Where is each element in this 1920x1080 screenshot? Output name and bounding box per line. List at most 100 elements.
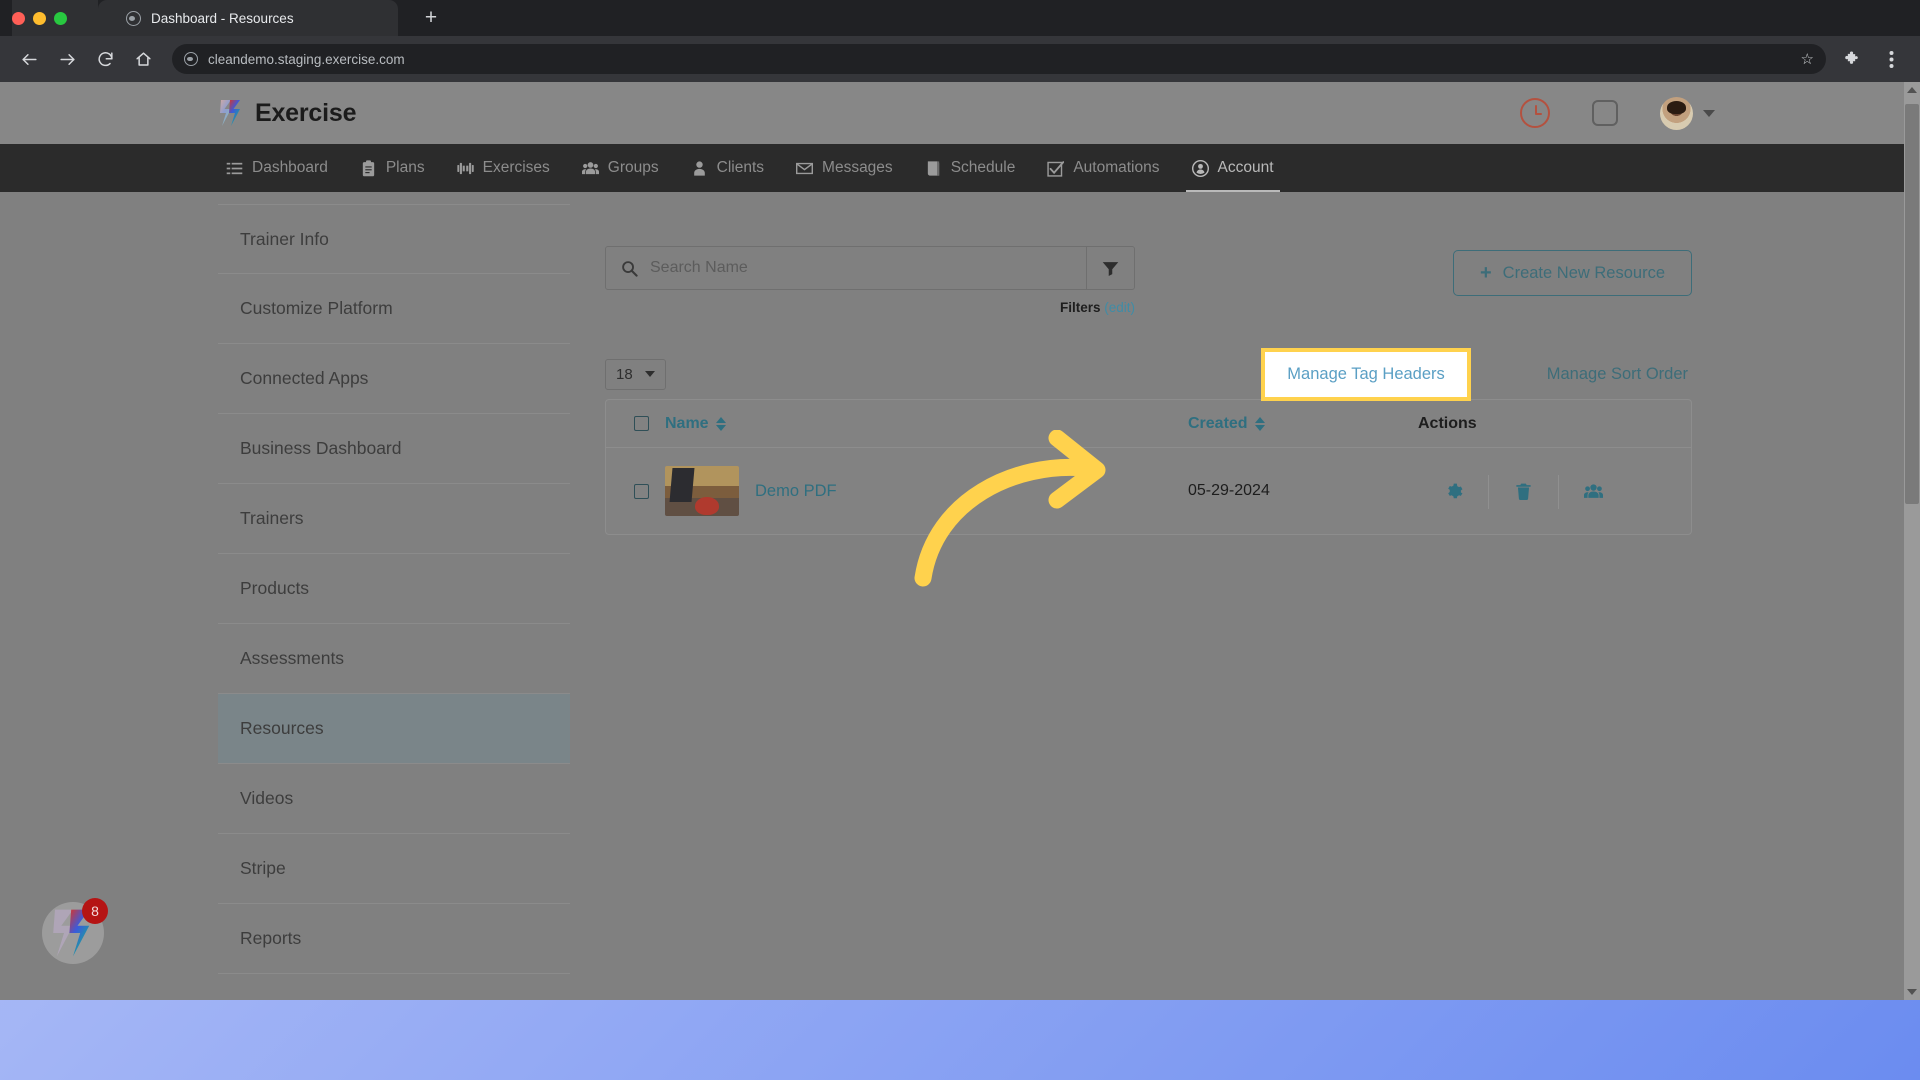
people-icon	[581, 161, 599, 174]
nav-item-account[interactable]: Account	[1176, 144, 1290, 192]
chevron-down-icon	[1703, 109, 1715, 117]
clock-icon[interactable]	[1520, 98, 1550, 128]
browser-tab[interactable]: Dashboard - Resources	[98, 0, 398, 36]
reload-icon[interactable]	[88, 42, 122, 76]
page-scrollbar[interactable]	[1904, 82, 1920, 1000]
sidebar-item-products[interactable]: Products	[218, 554, 570, 624]
book-icon	[927, 160, 939, 176]
action-delete-button[interactable]	[1488, 474, 1558, 509]
sort-by-name[interactable]: Name	[665, 415, 726, 433]
sidebar-item-videos[interactable]: Videos	[218, 764, 570, 834]
page-size-value: 18	[616, 365, 633, 383]
sidebar-item-assessments[interactable]: Assessments	[218, 624, 570, 694]
browser-window: Dashboard - Resources + cleandemo.stagin…	[0, 0, 1920, 1000]
nav-label: Clients	[716, 159, 765, 176]
sidebar-item-business-dashboard[interactable]: Business Dashboard	[218, 414, 570, 484]
search-placeholder: Search Name	[650, 259, 748, 276]
action-share-button[interactable]	[1558, 474, 1628, 509]
nav-item-plans[interactable]: Plans	[344, 144, 441, 192]
nav-item-dashboard[interactable]: Dashboard	[210, 144, 344, 192]
sidebar-item-stripe[interactable]: Stripe	[218, 834, 570, 904]
sidebar-item-label: Stripe	[240, 858, 286, 878]
minimize-window-button[interactable]	[33, 11, 46, 25]
nav-label: Exercises	[482, 159, 550, 176]
header-actions	[1520, 82, 1715, 144]
table-row[interactable]: Demo PDF 05-29-2024	[606, 448, 1691, 534]
action-settings-button[interactable]	[1418, 482, 1488, 501]
scrollbar-thumb[interactable]	[1905, 104, 1919, 504]
clipboard-icon	[362, 159, 374, 176]
maximize-window-button[interactable]	[54, 11, 67, 25]
chevron-down-icon	[644, 371, 655, 377]
square-icon[interactable]	[1592, 100, 1618, 126]
sidebar-item-customize-platform[interactable]: Customize Platform	[218, 274, 570, 344]
row-checkbox[interactable]	[634, 483, 649, 499]
search-box[interactable]: Search Name	[605, 246, 1135, 290]
page-size-select[interactable]: 18	[605, 358, 666, 390]
nav-label: Plans	[385, 159, 425, 176]
header-cell-created: Created	[1188, 415, 1418, 433]
new-tab-button[interactable]: +	[418, 6, 444, 32]
filters-label: Filters	[1059, 300, 1101, 315]
filters-edit-link[interactable]: (edit)	[1104, 300, 1135, 315]
sort-icon	[1254, 416, 1265, 431]
search-input[interactable]: Search Name	[606, 247, 1086, 289]
address-bar[interactable]: cleandemo.staging.exercise.com ☆	[172, 44, 1826, 74]
nav-item-groups[interactable]: Groups	[566, 144, 675, 192]
three-dot-menu-icon[interactable]	[1874, 42, 1908, 76]
nav-item-messages[interactable]: Messages	[780, 144, 909, 192]
nav-item-automations[interactable]: Automations	[1031, 144, 1175, 192]
address-bar-url: cleandemo.staging.exercise.com	[208, 51, 405, 67]
manage-tag-headers-link[interactable]: Manage Tag Headers	[1287, 365, 1444, 383]
sidebar-item-reports[interactable]: Reports	[218, 904, 570, 974]
sidebar-item-trainers[interactable]: Trainers	[218, 484, 570, 554]
funnel-icon	[1102, 261, 1119, 276]
account-menu[interactable]	[1660, 96, 1715, 130]
back-arrow-icon[interactable]	[12, 42, 46, 76]
page-content: Trainer Info Customize Platform Connecte…	[0, 192, 1920, 974]
filters-line: Filters (edit)	[605, 300, 1135, 315]
page-viewport: Exercise Dashboard Plans Exercises Group…	[0, 82, 1920, 1000]
avatar	[1660, 96, 1693, 130]
scroll-down-arrow-icon[interactable]	[1904, 984, 1920, 1000]
filter-button[interactable]	[1086, 247, 1134, 289]
close-window-button[interactable]	[12, 11, 25, 25]
scroll-up-arrow-icon[interactable]	[1904, 82, 1920, 98]
home-icon[interactable]	[126, 42, 160, 76]
main-nav: Dashboard Plans Exercises Groups Clients…	[0, 144, 1920, 192]
window-traffic-lights	[12, 0, 98, 36]
sidebar-item-label: Business Dashboard	[240, 438, 402, 458]
nav-label: Dashboard	[252, 159, 328, 176]
manage-sort-order-link[interactable]: Manage Sort Order	[1547, 365, 1692, 384]
sidebar-item-label: Videos	[240, 788, 294, 808]
header-label-actions: Actions	[1418, 414, 1477, 432]
create-new-resource-button[interactable]: + Create New Resource	[1452, 250, 1692, 296]
header-cell-actions: Actions	[1418, 415, 1663, 433]
sidebar-item-label: Trainer Info	[240, 228, 329, 249]
forward-arrow-icon[interactable]	[50, 42, 84, 76]
select-all-checkbox[interactable]	[634, 416, 649, 431]
sidebar-item-label: Connected Apps	[240, 368, 369, 388]
nav-item-exercises[interactable]: Exercises	[441, 144, 566, 192]
nav-label: Automations	[1073, 159, 1160, 176]
sidebar-item-trainer-info[interactable]: Trainer Info	[218, 204, 570, 274]
search-group: Search Name Filters (edit)	[605, 246, 1135, 315]
resource-name-link[interactable]: Demo PDF	[755, 482, 837, 501]
exercise-app-icon[interactable]: 8	[42, 898, 108, 964]
brand-logo[interactable]: Exercise	[218, 98, 356, 128]
nav-label: Schedule	[950, 159, 1016, 176]
table-header-row: Name Created Actions	[606, 400, 1691, 448]
envelope-icon	[796, 162, 814, 174]
resource-thumbnail	[665, 466, 739, 516]
nav-label: Account	[1217, 159, 1274, 176]
gear-icon	[1447, 483, 1462, 498]
sidebar-item-connected-apps[interactable]: Connected Apps	[218, 344, 570, 414]
sidebar-item-label: Customize Platform	[240, 298, 393, 318]
star-icon[interactable]: ☆	[1801, 50, 1814, 68]
sidebar-item-resources[interactable]: Resources	[218, 694, 570, 764]
puzzle-piece-icon[interactable]	[1836, 42, 1870, 76]
nav-item-clients[interactable]: Clients	[675, 144, 780, 192]
nav-item-schedule[interactable]: Schedule	[909, 144, 1032, 192]
sort-by-created[interactable]: Created	[1188, 415, 1265, 433]
search-icon	[622, 260, 638, 277]
